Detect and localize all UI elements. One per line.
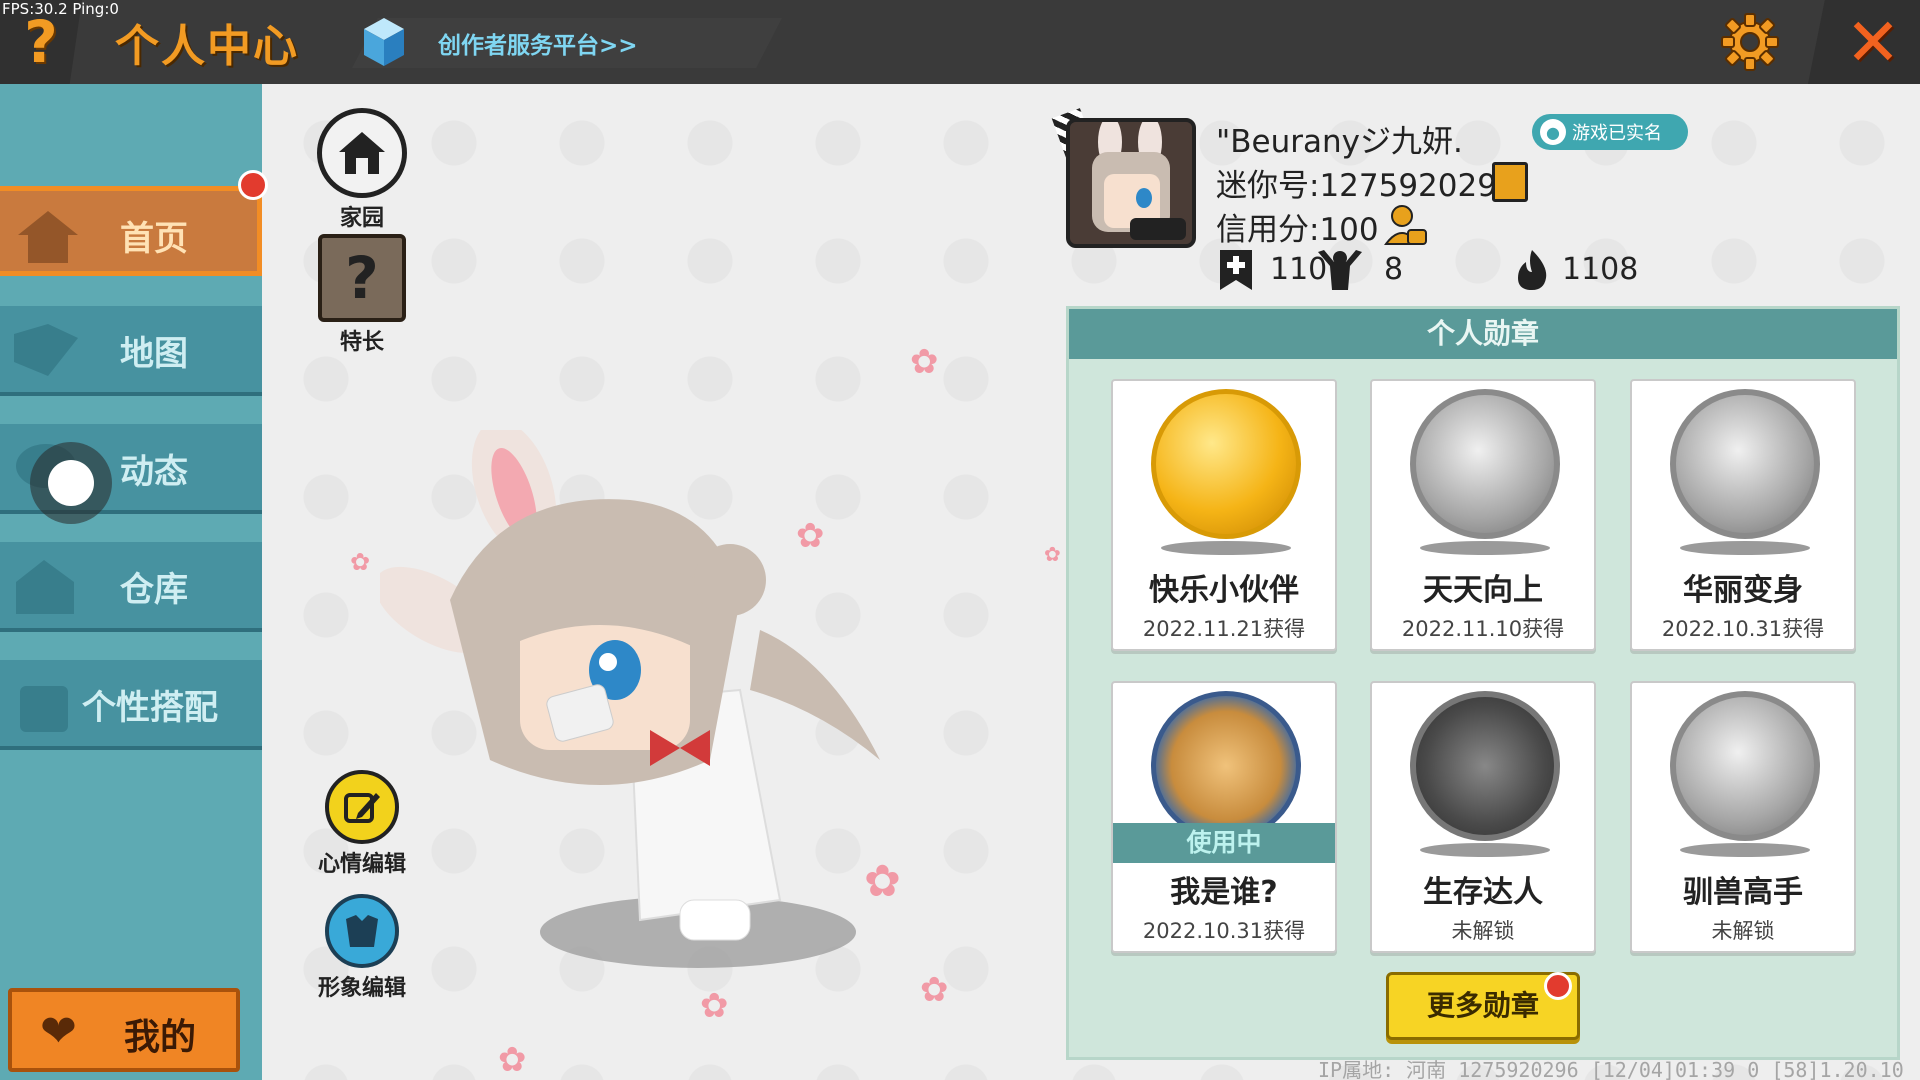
sidebar-item-map[interactable]: 地图 [0,306,262,396]
notification-dot [1544,972,1572,1000]
close-button[interactable]: ✕ [1808,0,1920,84]
creator-platform-link[interactable]: 创作者服务平台>> [438,26,638,60]
medal-name: 快乐小伙伴 [1149,573,1299,608]
medal-status: 2022.11.10获得 [1401,617,1565,641]
home-label: 家园 [339,206,384,231]
sidebar-item-label: 首页 [120,219,188,259]
medal-card[interactable]: 快乐小伙伴 2022.11.21获得 [1111,379,1337,651]
campfire-medal-icon [1410,691,1560,841]
skill-action[interactable]: ? 特长 [312,234,412,356]
footer-timestamp: [12/04]01:39 0 [1590,1058,1760,1080]
petal-decoration: ✿ [796,516,825,556]
in-use-badge: 使用中 [1113,823,1335,863]
top-bar: ? FPS:30.2 Ping:0 个人中心 创作者服务平台>> ✕ [0,0,1920,84]
medal-panel-title: 个人勋章 [1069,309,1897,359]
ip-location: IP属地: 河南 [1318,1058,1447,1080]
medal-card[interactable]: 华丽变身 2022.10.31获得 [1630,379,1856,651]
fire-icon [1518,250,1547,290]
petal-decoration: ✿ [350,548,371,576]
horse-rider-medal-icon [1670,691,1820,841]
virtual-joystick[interactable] [30,442,112,524]
gear-icon [1721,13,1779,71]
page-title: 个人中心 [115,21,299,72]
medal-shadow [1161,541,1291,555]
medal-name: 驯兽高手 [1683,875,1803,910]
footer-session: [58]1.20.10 [1771,1058,1904,1080]
joystick-knob[interactable] [48,460,94,506]
bookmark-plus-icon [1220,250,1252,290]
sidebar-item-outfit[interactable]: 个性搭配 [0,660,262,750]
petal-decoration: ✿ [498,1040,527,1080]
letter-medal-icon [1151,691,1301,841]
sidebar-item-warehouse[interactable]: 仓库 [0,542,262,632]
player-character-avatar[interactable] [380,430,940,990]
sidebar-item-label: 仓库 [120,570,188,610]
creator-cube-icon [364,18,404,66]
petal-decoration: ✿ [920,970,949,1010]
sidebar-item-label: 地图 [120,334,188,374]
copy-id-icon[interactable] [1492,162,1528,202]
medal-status: 未解锁 [1711,919,1775,943]
transform-medal-icon [1670,389,1820,539]
medal-status: 2022.10.31获得 [1661,617,1825,641]
footer-info: IP属地: 河南 1275920296 [12/04]01:39 0 [58]1… [1318,1054,1904,1080]
calendar-medal-icon [1410,389,1560,539]
stat-value: 8 [1384,252,1404,287]
warehouse-icon [16,560,74,614]
verified-badge: ● 游戏已实名 [1532,114,1688,150]
happy-buddy-medal-icon [1151,389,1301,539]
medal-card[interactable]: 生存达人 未解锁 [1370,681,1596,953]
player-nickname: "Beuranyジ九妍. [1216,124,1463,160]
house-icon [18,211,78,263]
close-icon: ✕ [1845,3,1901,81]
cheer-icon [1318,250,1362,290]
medal-shadow [1680,541,1810,555]
medal-card[interactable]: 驯兽高手 未解锁 [1630,681,1856,953]
sidebar-item-home[interactable]: 首页 [0,186,262,276]
avatar-image [1070,122,1192,244]
sidebar: 首页 地图 动态 仓库 个性搭配 [0,84,268,1080]
mini-id: 迷你号:1275920296 [1216,168,1517,204]
medal-status: 2022.10.31获得 [1142,919,1306,943]
question-block-icon: ? [318,234,406,322]
sidebar-item-label: 个性搭配 [82,688,218,728]
petal-decoration: ✿ [700,986,729,1026]
person-icon: ● [1540,119,1566,145]
petal-decoration: ✿ [1044,542,1061,566]
medal-card[interactable]: 天天向上 2022.11.10获得 [1370,379,1596,651]
notification-dot [238,170,268,200]
avatar[interactable] [1066,118,1196,248]
medal-shadow [1420,843,1550,857]
home-action[interactable]: 家园 [312,108,412,232]
mine-button[interactable]: ❤ 我的 [8,988,240,1072]
petal-decoration: ✿ [910,342,939,382]
medal-card[interactable]: 使用中 我是谁? 2022.10.31获得 [1111,681,1337,953]
settings-button[interactable] [1705,0,1795,84]
mine-button-label: 我的 [124,1017,197,1058]
medal-name: 生存达人 [1423,875,1543,910]
map-icon [14,324,78,376]
medal-shadow [1420,541,1550,555]
medal-name: 华丽变身 [1683,573,1803,608]
medal-shadow [1680,843,1810,857]
verified-badge-label: 游戏已实名 [1572,123,1662,144]
medal-status: 未解锁 [1451,919,1515,943]
skill-label: 特长 [339,330,384,355]
outfit-icon [20,686,68,732]
medal-panel: 个人勋章 快乐小伙伴 2022.11.21获得 天天向上 2022.11.10获… [1066,306,1900,1060]
heart-icon: ❤ [40,1006,77,1057]
credit-person-icon[interactable] [1384,204,1428,246]
question-icon: ? [24,8,58,76]
petal-decoration: ✿ [864,856,901,907]
credit-score: 信用分:100 [1216,212,1379,248]
home-icon [317,108,407,198]
medal-status: 2022.11.21获得 [1142,617,1306,641]
medal-name: 我是谁? [1170,875,1278,910]
footer-user-id: 1275920296 [1458,1058,1579,1080]
fps-readout: FPS:30.2 Ping:0 [2,0,119,18]
medal-name: 天天向上 [1423,573,1543,608]
sidebar-item-label: 动态 [120,452,188,492]
stat-value: 1108 [1562,252,1639,287]
